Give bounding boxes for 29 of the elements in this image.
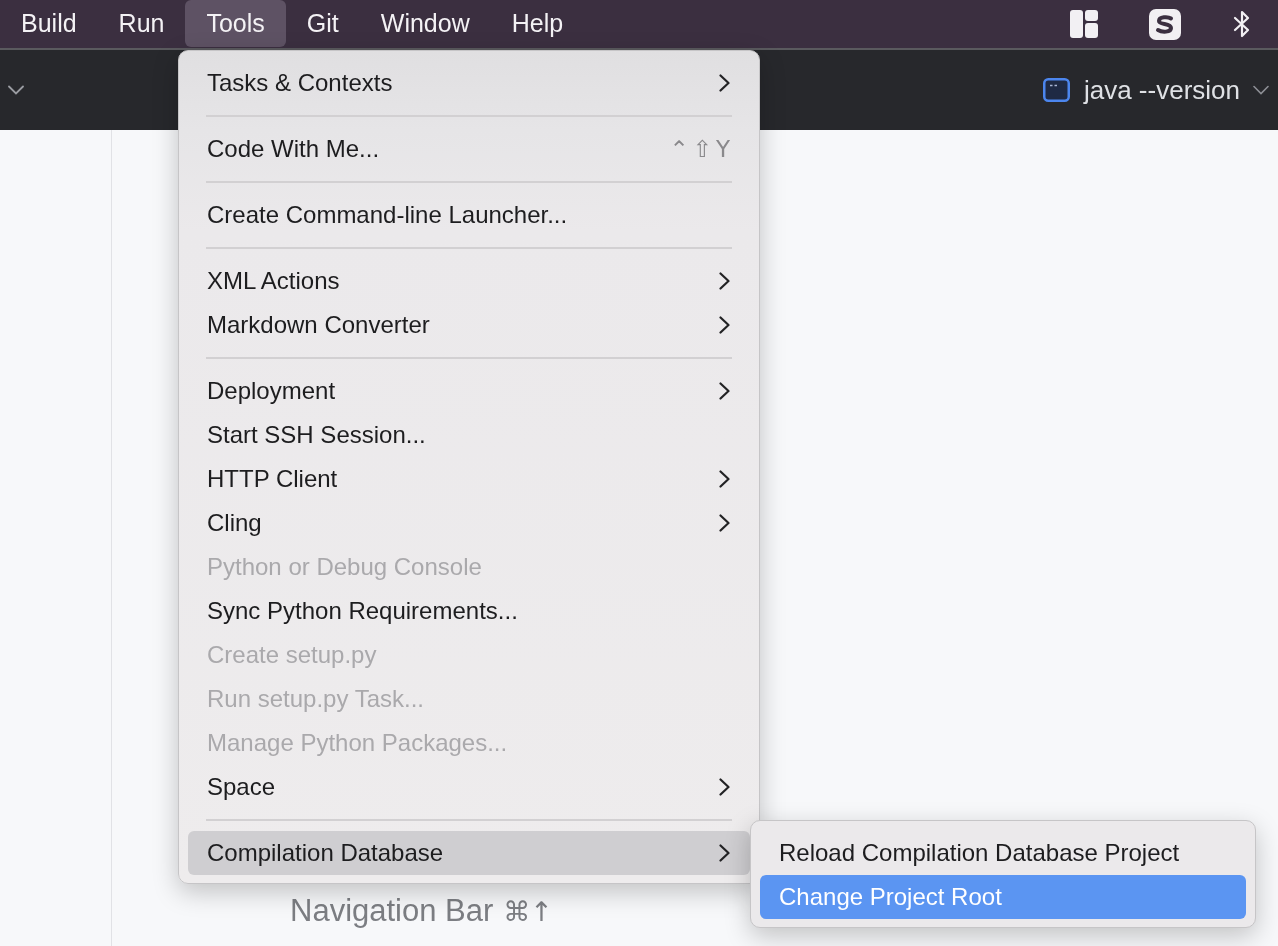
menu-bar-item[interactable]: Tools [185,0,286,47]
menu-item[interactable]: HTTP Client [188,457,750,501]
menu-item[interactable]: Cling [188,501,750,545]
menu-bar-item[interactable]: Help [490,0,585,47]
menu-item[interactable]: Markdown Converter [188,303,750,347]
menu-bar-item[interactable]: Git [285,0,360,47]
menu-item[interactable]: Code With Me... ⌃⇧Y [188,127,750,171]
hint-text: Navigation Bar [290,893,494,929]
terminal-icon [1042,78,1070,102]
bluetooth-icon[interactable] [1232,9,1252,39]
menu-item[interactable]: Deployment [188,369,750,413]
app-logo-icon[interactable] [1149,8,1181,40]
menu-item[interactable]: Compilation Database [188,831,750,875]
run-config-dropdown[interactable]: java --version [1042,74,1269,106]
panels-icon[interactable] [1070,10,1098,38]
menu-item[interactable]: Create Command-line Launcher... [188,193,750,237]
menu-bar-item[interactable]: Window [359,0,491,47]
menu-item[interactable]: Space [188,765,750,809]
menu-item[interactable]: XML Actions [188,259,750,303]
keyboard-shortcut: ⌘↑ [503,896,553,927]
menu-item[interactable]: Start SSH Session... [188,413,750,457]
menu-item[interactable]: Reload Compilation Database Project [760,831,1246,875]
menu-bar-item[interactable]: Run [97,0,186,47]
menu-item[interactable]: Sync Python Requirements... [188,589,750,633]
chevron-down-icon[interactable] [8,85,24,95]
chevron-down-icon [1253,85,1269,95]
keyboard-shortcut: ⌃⇧Y [669,136,734,162]
menu-item[interactable]: Tasks & Contexts [188,61,750,105]
menu-bar-item[interactable]: Build [0,0,98,47]
